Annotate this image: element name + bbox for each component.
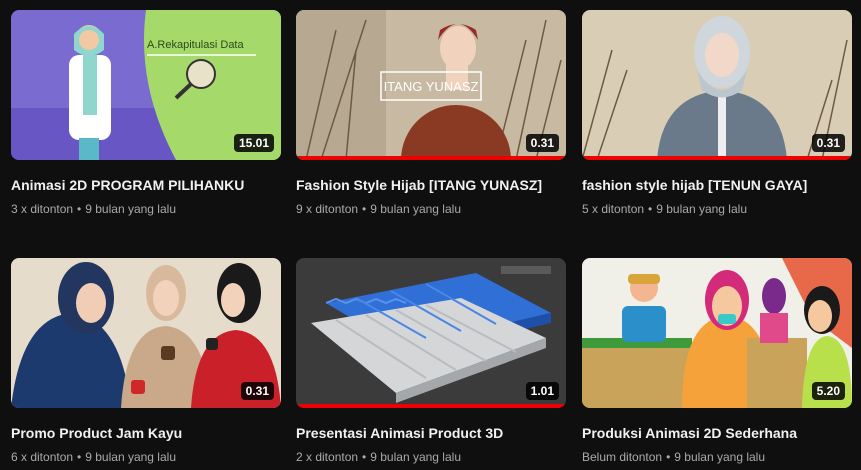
video-meta: Belum ditonton • 9 bulan yang lalu [582, 449, 852, 465]
video-title[interactable]: Presentasi Animasi Product 3D [296, 424, 566, 442]
video-thumbnail[interactable]: A.Rekapitulasi Data 15.01 [11, 10, 281, 160]
view-count: 6 x ditonton [11, 450, 74, 464]
upload-age: 9 bulan yang lalu [370, 202, 461, 216]
watch-progress [296, 156, 566, 160]
view-count: 2 x ditonton [296, 450, 359, 464]
watch-progress [296, 404, 566, 408]
video-title[interactable]: Promo Product Jam Kayu [11, 424, 281, 442]
video-thumbnail[interactable]: 5.20 [582, 258, 852, 408]
watch-progress [582, 156, 852, 160]
thumb-caption: ITANG YUNASZ [384, 79, 479, 94]
meta-separator: • [362, 202, 367, 216]
video-thumbnail[interactable]: 0.31 [582, 10, 852, 160]
video-title[interactable]: Animasi 2D PROGRAM PILIHANKU [11, 176, 281, 194]
video-meta: 9 x ditonton • 9 bulan yang lalu [296, 201, 566, 217]
meta-separator: • [666, 450, 671, 464]
video-title[interactable]: fashion style hijab [TENUN GAYA] [582, 176, 852, 194]
video-meta: 6 x ditonton • 9 bulan yang lalu [11, 449, 281, 465]
duration-badge: 0.31 [525, 134, 559, 152]
video-card[interactable]: A.Rekapitulasi Data 15.01 Animasi 2D PRO… [11, 10, 281, 217]
upload-age: 9 bulan yang lalu [656, 202, 747, 216]
video-thumbnail[interactable]: 1.01 [296, 258, 566, 408]
thumb-caption: A.Rekapitulasi Data [147, 39, 244, 51]
upload-age: 9 bulan yang lalu [85, 450, 176, 464]
meta-separator: • [362, 450, 367, 464]
video-card[interactable]: 5.20 Produksi Animasi 2D Sederhana Belum… [582, 258, 852, 465]
view-count: 3 x ditonton [11, 202, 74, 216]
video-card[interactable]: 0.31 Promo Product Jam Kayu 6 x ditonton… [11, 258, 281, 465]
duration-badge: 0.31 [811, 134, 845, 152]
video-meta: 5 x ditonton • 9 bulan yang lalu [582, 201, 852, 217]
meta-separator: • [77, 202, 82, 216]
video-thumbnail[interactable]: ITANG YUNASZ 0.31 [296, 10, 566, 160]
upload-age: 9 bulan yang lalu [370, 450, 461, 464]
meta-separator: • [77, 450, 82, 464]
duration-badge: 15.01 [233, 134, 274, 152]
upload-age: 9 bulan yang lalu [674, 450, 766, 464]
video-meta: 2 x ditonton • 9 bulan yang lalu [296, 449, 566, 465]
video-title[interactable]: Fashion Style Hijab [ITANG YUNASZ] [296, 176, 566, 194]
view-count: 9 x ditonton [296, 202, 359, 216]
video-thumbnail[interactable]: 0.31 [11, 258, 281, 408]
video-card[interactable]: 1.01 Presentasi Animasi Product 3D 2 x d… [296, 258, 566, 465]
view-count: Belum ditonton [582, 450, 663, 464]
view-count: 5 x ditonton [582, 202, 645, 216]
video-card[interactable]: ITANG YUNASZ 0.31 Fashion Style Hijab [I… [296, 10, 566, 217]
video-card[interactable]: 0.31 fashion style hijab [TENUN GAYA] 5 … [582, 10, 852, 217]
duration-badge: 1.01 [525, 382, 559, 400]
video-meta: 3 x ditonton • 9 bulan yang lalu [11, 201, 281, 217]
duration-badge: 5.20 [811, 382, 845, 400]
upload-age: 9 bulan yang lalu [85, 202, 176, 216]
video-title[interactable]: Produksi Animasi 2D Sederhana [582, 424, 852, 442]
duration-badge: 0.31 [240, 382, 274, 400]
meta-separator: • [648, 202, 653, 216]
